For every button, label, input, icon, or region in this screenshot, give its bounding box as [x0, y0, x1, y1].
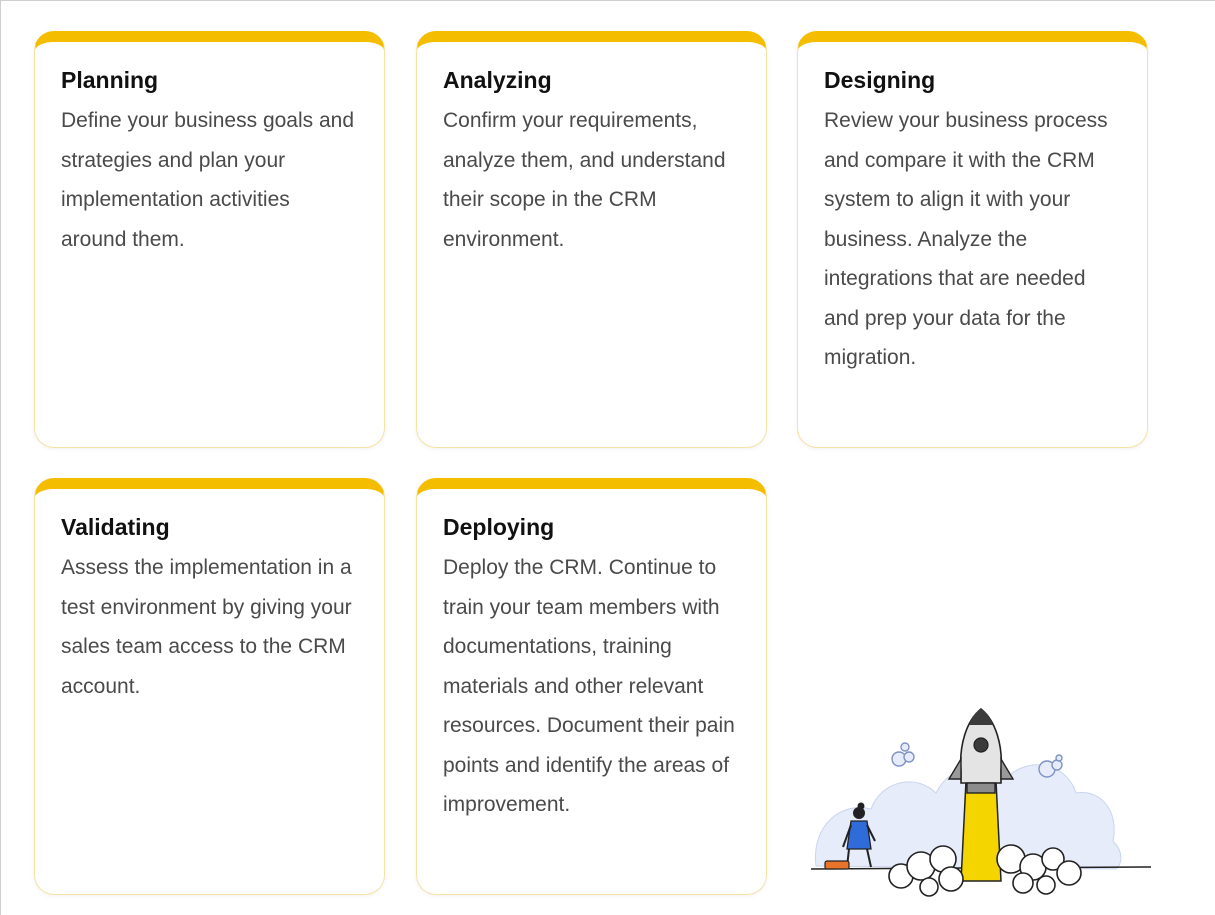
phase-title: Planning	[61, 67, 159, 93]
phase-description: Review your business process and compare…	[824, 109, 1108, 369]
phase-title: Designing	[824, 67, 936, 93]
phase-title: Analyzing	[443, 67, 552, 93]
phase-card-designing: Designing Review your business process a…	[797, 31, 1148, 448]
crm-implementation-phases-page: Planning Define your business goals and …	[0, 0, 1215, 915]
phase-title: Deploying	[443, 514, 555, 540]
phase-title: Validating	[61, 514, 170, 540]
phase-description: Deploy the CRM. Continue to train your t…	[443, 556, 735, 816]
phase-description: Confirm your requirements, analyze them,…	[443, 109, 726, 251]
rocket-launch-illustration	[810, 707, 1152, 897]
phase-card-planning: Planning Define your business goals and …	[34, 31, 385, 448]
laptop-icon	[824, 860, 850, 870]
phase-description: Assess the implementation in a test envi…	[61, 556, 352, 698]
rocket-flame-shape	[960, 780, 1002, 882]
phase-card-analyzing: Analyzing Confirm your requirements, ana…	[416, 31, 767, 448]
phase-description: Define your business goals and strategie…	[61, 109, 355, 251]
small-cloud-icon	[891, 742, 915, 767]
phase-card-deploying: Deploying Deploy the CRM. Continue to tr…	[416, 478, 767, 895]
phase-card-validating: Validating Assess the implementation in …	[34, 478, 385, 895]
